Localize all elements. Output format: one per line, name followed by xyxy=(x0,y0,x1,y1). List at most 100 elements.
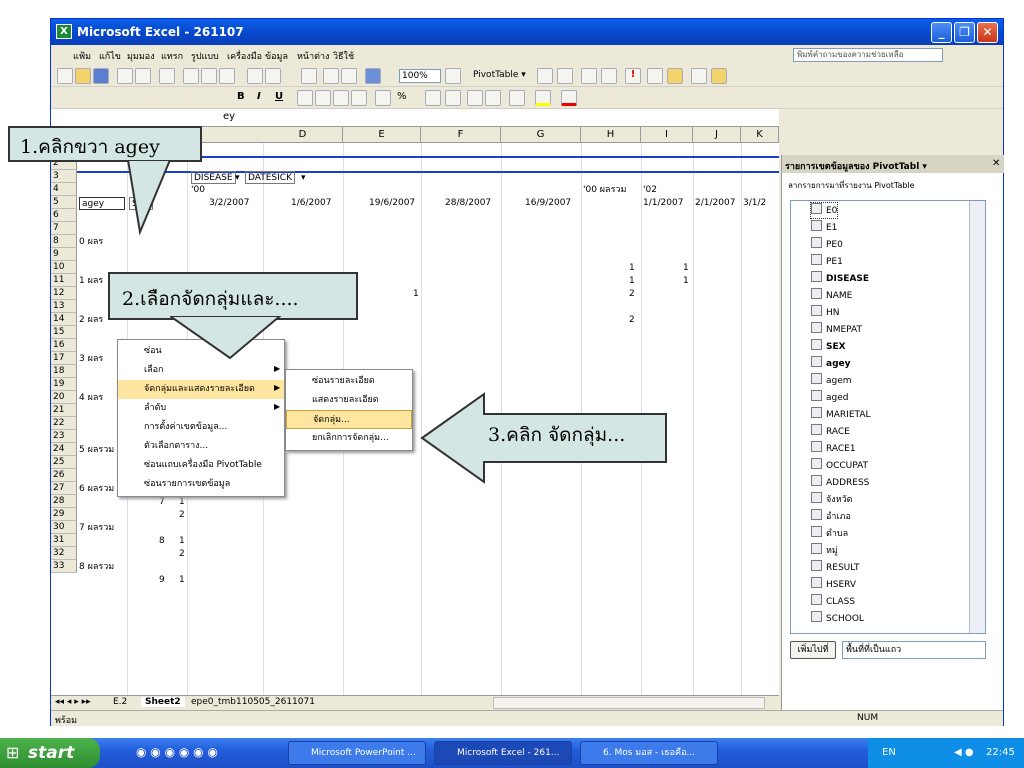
field-item[interactable]: RESULT xyxy=(811,560,860,575)
row-header[interactable]: 3 xyxy=(51,170,77,183)
decrease-indent-icon[interactable] xyxy=(467,90,483,106)
show-detail-icon[interactable] xyxy=(601,68,617,84)
cell[interactable]: '00 ผลรวม xyxy=(583,184,626,197)
field-item[interactable]: SCHOOL xyxy=(811,611,864,626)
tray-icons[interactable]: ◀ ● xyxy=(954,738,974,768)
cell[interactable]: 7 xyxy=(159,496,165,509)
add-to-button[interactable]: เพิ่มไปที่ xyxy=(790,641,836,659)
excel-app-icon[interactable]: X xyxy=(56,24,72,39)
sheet-tab-e2[interactable]: E.2 xyxy=(113,697,127,707)
undo-icon[interactable] xyxy=(247,68,263,84)
underline-button[interactable]: U xyxy=(275,91,283,102)
menu-item-hide-toolbar[interactable]: ซ่อนแถบเครื่องมือ PivotTable xyxy=(118,456,284,475)
row-header[interactable]: 9 xyxy=(51,248,77,261)
cell[interactable]: 7 ผลรวม xyxy=(79,522,114,535)
field-item[interactable]: SEX xyxy=(811,339,846,354)
col-header-j[interactable]: J xyxy=(693,127,741,143)
date-header-cell[interactable]: 2/1/2007 xyxy=(695,197,735,210)
row-header[interactable]: 23 xyxy=(51,430,77,443)
field-item[interactable]: agem xyxy=(811,373,852,388)
quick-launch-icons[interactable]: ◉ ◉ ◉ ◉ ◉ ◉ xyxy=(136,745,218,759)
field-item[interactable]: ADDRESS xyxy=(811,475,869,490)
row-header[interactable]: 10 xyxy=(51,261,77,274)
col-header-k[interactable]: K xyxy=(741,127,779,143)
row-header[interactable]: 20 xyxy=(51,391,77,404)
sheet-tab-epe0[interactable]: epe0_tmb110505_2611071 xyxy=(191,697,315,707)
field-item[interactable]: PE1 xyxy=(811,254,843,269)
field-item[interactable]: agey xyxy=(811,356,851,371)
date-header-cell[interactable]: 19/6/2007 xyxy=(369,197,415,210)
cell[interactable]: 1 xyxy=(179,496,185,509)
field-item[interactable]: NMEPAT xyxy=(811,322,862,337)
field-item[interactable]: CLASS xyxy=(811,594,855,609)
field-list-scrollbar[interactable] xyxy=(969,201,985,633)
submenu-item-ungroup[interactable]: ยกเลิกการจัดกลุ่ม... xyxy=(286,429,412,448)
hide-detail-icon[interactable] xyxy=(581,68,597,84)
cell[interactable]: 1 xyxy=(179,574,185,587)
col-header-f[interactable]: F xyxy=(421,127,501,143)
currency-icon[interactable] xyxy=(375,90,391,106)
open-icon[interactable] xyxy=(75,68,91,84)
field-item[interactable]: DISEASE xyxy=(811,271,869,286)
merge-center-icon[interactable] xyxy=(351,90,367,106)
italic-button[interactable]: I xyxy=(257,91,261,102)
field-item[interactable]: HN xyxy=(811,305,840,320)
cell[interactable]: 8 ผลรวม xyxy=(79,561,114,574)
align-left-icon[interactable] xyxy=(297,90,313,106)
date-header-cell[interactable]: 1/6/2007 xyxy=(291,197,331,210)
new-icon[interactable] xyxy=(57,68,73,84)
cell[interactable]: 2 xyxy=(629,314,635,327)
col-header-g[interactable]: G xyxy=(501,127,581,143)
row-header[interactable]: 18 xyxy=(51,365,77,378)
submenu-item-group[interactable]: จัดกลุ่ม... xyxy=(286,410,412,429)
row-header[interactable]: 27 xyxy=(51,482,77,495)
field-item[interactable]: RACE1 xyxy=(811,441,856,456)
row-header[interactable]: 33 xyxy=(51,560,77,573)
format-report-icon[interactable] xyxy=(537,68,553,84)
row-header[interactable]: 26 xyxy=(51,469,77,482)
redo-icon[interactable] xyxy=(265,68,281,84)
date-header-cell[interactable]: 3/2/2007 xyxy=(209,197,249,210)
sheet-tab-sheet2[interactable]: Sheet2 xyxy=(141,697,185,707)
row-header[interactable]: 31 xyxy=(51,534,77,547)
date-header-cell[interactable]: 28/8/2007 xyxy=(445,197,491,210)
increase-indent-icon[interactable] xyxy=(485,90,501,106)
row-header[interactable]: 13 xyxy=(51,300,77,313)
font-color-icon[interactable] xyxy=(561,90,577,106)
include-hidden-icon[interactable] xyxy=(647,68,663,84)
cut-icon[interactable] xyxy=(183,68,199,84)
horizontal-scrollbar[interactable] xyxy=(493,697,765,709)
row-header[interactable]: 6 xyxy=(51,209,77,222)
row-header[interactable]: 32 xyxy=(51,547,77,560)
cell[interactable]: 2 ผลร xyxy=(79,314,103,327)
chart-wizard-icon[interactable] xyxy=(557,68,573,84)
dropdown-arrow-icon[interactable]: ▾ xyxy=(301,172,306,185)
paste-icon[interactable] xyxy=(219,68,235,84)
row-header[interactable]: 28 xyxy=(51,495,77,508)
cell[interactable]: 1 xyxy=(629,262,635,275)
field-list[interactable]: E0 E1 PE0 PE1 DISEASE NAME HN NMEPAT SEX… xyxy=(790,200,986,634)
date-header-cell[interactable]: 16/9/2007 xyxy=(525,197,571,210)
copy-icon[interactable] xyxy=(201,68,217,84)
cell[interactable]: 9 xyxy=(159,574,165,587)
zoom-select[interactable]: 100% xyxy=(399,69,441,83)
cell[interactable]: 2 xyxy=(629,288,635,301)
pivottable-menu[interactable]: PivotTable ▾ xyxy=(473,70,526,80)
field-settings-icon[interactable] xyxy=(667,68,683,84)
field-item[interactable]: จังหวัด xyxy=(811,492,853,507)
row-header[interactable]: 15 xyxy=(51,326,77,339)
sort-desc-icon[interactable] xyxy=(341,68,357,84)
field-item[interactable]: aged xyxy=(811,390,848,405)
field-item[interactable]: อำเภอ xyxy=(811,509,851,524)
fill-color-icon[interactable] xyxy=(535,90,551,106)
row-header[interactable]: 17 xyxy=(51,352,77,365)
field-item[interactable]: RACE xyxy=(811,424,850,439)
submenu-item-hide-detail[interactable]: ซ่อนรายละเอียด xyxy=(286,372,412,391)
row-header[interactable]: 25 xyxy=(51,456,77,469)
cell[interactable]: 3 ผลร xyxy=(79,353,103,366)
percent-button[interactable]: % xyxy=(397,91,407,102)
task-excel[interactable]: Microsoft Excel - 261... xyxy=(434,741,572,765)
col-header-i[interactable]: I xyxy=(641,127,693,143)
row-header[interactable]: 16 xyxy=(51,339,77,352)
maximize-button[interactable]: ❐ xyxy=(954,22,975,43)
